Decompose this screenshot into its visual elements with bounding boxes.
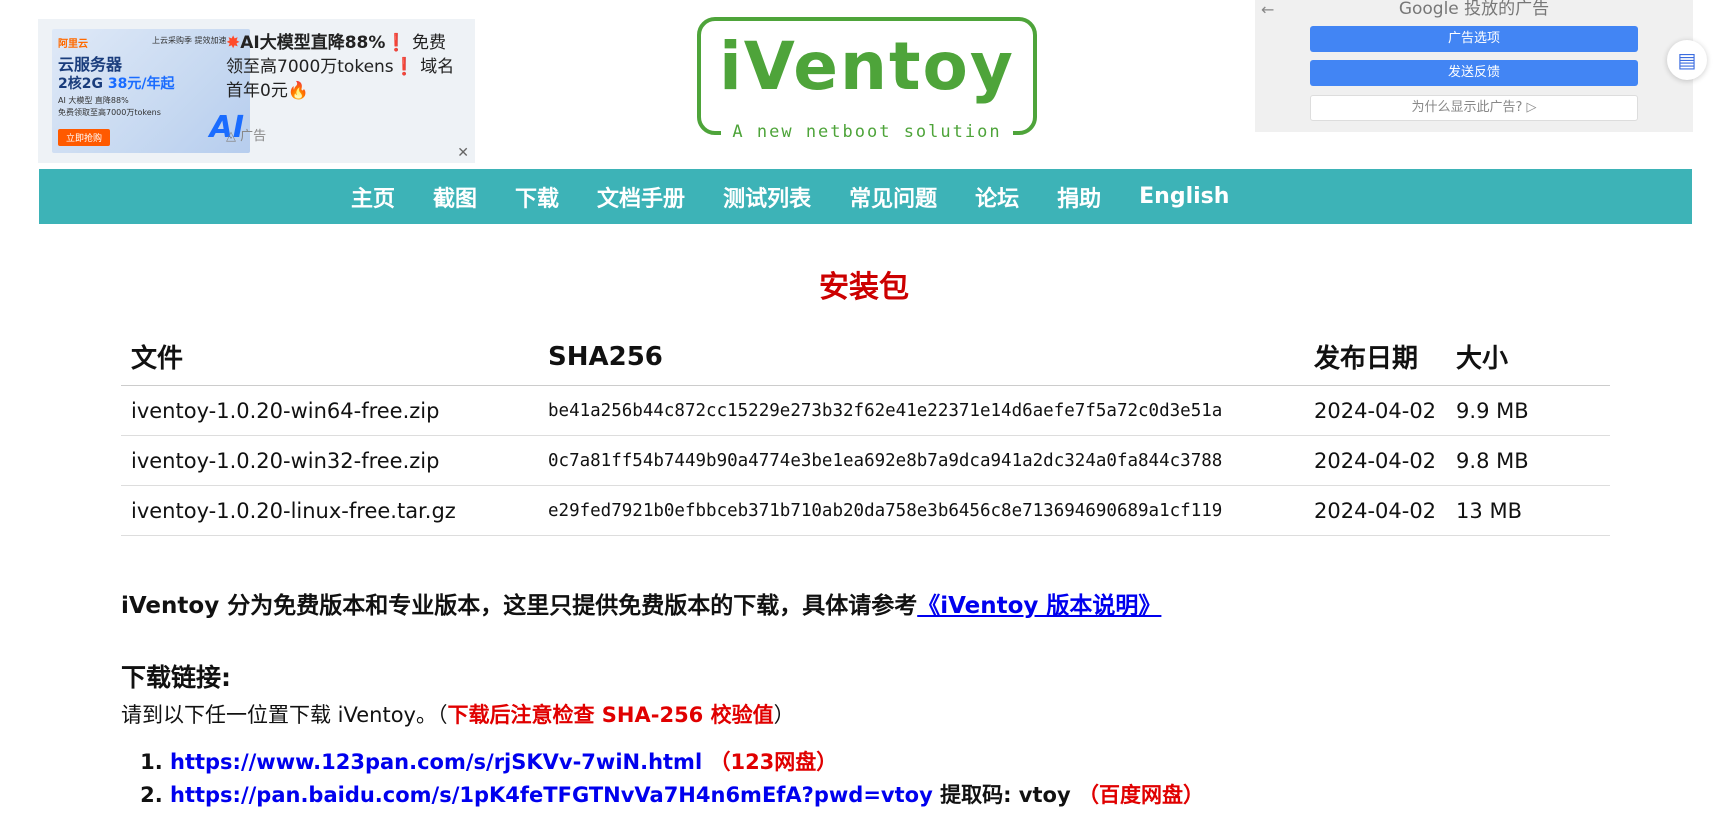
nav-item-test-list[interactable]: 测试列表 — [723, 181, 811, 213]
send-feedback-button[interactable]: 发送反馈 — [1310, 60, 1638, 86]
ad-headline: AI大模型直降88% — [240, 33, 386, 53]
header-size: 大小 — [1446, 328, 1610, 386]
nav-item-faq[interactable]: 常见问题 — [849, 181, 937, 213]
google-ad-label: Google 投放的广告 — [1398, 0, 1550, 19]
sha256-value: 0c7a81ff54b7449b90a4774e3be1ea692e8b7a9d… — [538, 435, 1304, 486]
download-link-list: https://www.123pan.com/s/rjSKVv-7wiN.htm… — [146, 746, 1204, 812]
site-logo[interactable]: iVentoy A new netboot solution — [697, 17, 1037, 143]
file-name: iventoy-1.0.20-linux-free.tar.gz — [121, 485, 538, 536]
close-icon[interactable]: ✕ — [457, 145, 469, 161]
ad-label: ◬ 广告 — [226, 125, 266, 144]
ad-buy-button[interactable]: 立即抢购 — [58, 129, 111, 146]
edition-info-link[interactable]: 《iVentoy 版本说明》 — [917, 593, 1161, 619]
ad-thumb-line1: 云服务器 — [58, 55, 123, 74]
nav-item-donate[interactable]: 捐助 — [1057, 181, 1101, 213]
main-nav: 主页 截图 下载 文档手册 测试列表 常见问题 论坛 捐助 English — [39, 169, 1692, 224]
edition-note-text: iVentoy 分为免费版本和专业版本，这里只提供免费版本的下载，具体请参考 — [121, 593, 918, 619]
release-date: 2024-04-02 — [1304, 385, 1447, 436]
ad-thumb-line2: 2核2G 38元/年起 — [58, 73, 174, 93]
ad-label-text: 广告 — [240, 129, 267, 144]
sha256-value: e29fed7921b0efbbceb371b710ab20da758e3b64… — [538, 485, 1304, 536]
ad-options-button[interactable]: 广告选项 — [1310, 26, 1638, 52]
header-date: 发布日期 — [1304, 328, 1447, 386]
logo-name: iVentoy — [719, 28, 1015, 105]
nav-item-home[interactable]: 主页 — [351, 181, 395, 213]
link-source-label: （123网盘） — [709, 750, 838, 774]
file-name: iventoy-1.0.20-win64-free.zip — [121, 385, 538, 436]
checksum-warning: 下载后注意检查 SHA-256 校验值 — [447, 703, 774, 727]
fire-icon: 🔥 — [287, 81, 309, 101]
link-extra: 提取码: vtoy — [932, 783, 1071, 807]
why-this-ad-button[interactable]: 为什么显示此广告? ▷ — [1310, 95, 1638, 121]
download-intro-end: ） — [773, 703, 795, 727]
file-size: 9.8 MB — [1446, 435, 1610, 486]
burst-icon: ✸ — [226, 33, 241, 53]
logo-tagline: A new netboot solution — [721, 121, 1013, 143]
exclamation-icon: ❗ — [385, 33, 407, 53]
table-row: iventoy-1.0.20-linux-free.tar.gz e29fed7… — [121, 485, 1610, 536]
release-date: 2024-04-02 — [1304, 485, 1447, 536]
download-table: 文件 SHA256 发布日期 大小 iventoy-1.0.20-win64-f… — [121, 328, 1610, 536]
nav-item-forum[interactable]: 论坛 — [975, 181, 1019, 213]
nav-item-download[interactable]: 下载 — [515, 181, 559, 213]
ad-thumb-line4: 免费领取至高7000万tokens — [58, 108, 161, 117]
nav-item-screenshots[interactable]: 截图 — [433, 181, 477, 213]
table-row: iventoy-1.0.20-win64-free.zip be41a256b4… — [121, 385, 1610, 436]
sha256-value: be41a256b44c872cc15229e273b32f62e41e2237… — [538, 385, 1304, 436]
left-ad-banner[interactable]: 阿里云 上云采购季 提效加速 云服务器 2核2G 38元/年起 AI 大模型 直… — [38, 19, 475, 163]
ad-thumb-price: 38元/年起 — [107, 76, 175, 92]
ad-thumb-spec: 2核2G — [58, 76, 108, 92]
file-size: 13 MB — [1446, 485, 1610, 536]
file-name: iventoy-1.0.20-win32-free.zip — [121, 435, 538, 486]
table-header-row: 文件 SHA256 发布日期 大小 — [121, 328, 1610, 386]
release-date: 2024-04-02 — [1304, 435, 1447, 486]
ad-brand-logo: 阿里云 — [58, 39, 88, 50]
ad-triangle-icon: ◬ — [226, 129, 241, 144]
download-intro: 请到以下任一位置下载 iVentoy。（下载后注意检查 SHA-256 校验值） — [121, 699, 795, 729]
download-intro-text: 请到以下任一位置下载 iVentoy。（ — [121, 703, 448, 727]
header-sha256: SHA256 — [538, 328, 1304, 386]
ad-thumb-line3: AI 大模型 直降88% — [58, 96, 129, 105]
header-file: 文件 — [121, 328, 538, 386]
download-links-heading: 下载链接: — [121, 663, 231, 692]
page-title: 安装包 — [819, 270, 909, 305]
edition-note: iVentoy 分为免费版本和专业版本，这里只提供免费版本的下载，具体请参考《i… — [121, 586, 1161, 620]
download-link-123pan[interactable]: https://www.123pan.com/s/rjSKVv-7wiN.htm… — [170, 750, 702, 774]
link-source-label: （百度网盘） — [1077, 783, 1204, 807]
google-ad-panel: ← Google 投放的广告 广告选项 发送反馈 为什么显示此广告? ▷ — [1255, 0, 1693, 132]
nav-items: 主页 截图 下载 文档手册 测试列表 常见问题 论坛 捐助 English — [351, 169, 1267, 224]
exclamation-icon: ❗ — [393, 57, 415, 77]
nav-item-docs[interactable]: 文档手册 — [597, 181, 685, 213]
nav-item-english[interactable]: English — [1139, 184, 1229, 209]
browser-extension-icon[interactable]: ▤ — [1667, 40, 1707, 80]
ad-thumbnail[interactable]: 阿里云 上云采购季 提效加速 云服务器 2核2G 38元/年起 AI 大模型 直… — [52, 29, 250, 153]
file-size: 9.9 MB — [1446, 385, 1610, 436]
ad-copy[interactable]: ✸AI大模型直降88%❗ 免费领至高7000万tokens❗ 域名首年0元🔥 — [226, 31, 456, 103]
list-item: https://www.123pan.com/s/rjSKVv-7wiN.htm… — [170, 746, 1204, 779]
download-link-baidu[interactable]: https://pan.baidu.com/s/1pK4feTFGTNvVa7H… — [170, 783, 933, 807]
list-item: https://pan.baidu.com/s/1pK4feTFGTNvVa7H… — [170, 779, 1204, 812]
table-row: iventoy-1.0.20-win32-free.zip 0c7a81ff54… — [121, 435, 1610, 486]
